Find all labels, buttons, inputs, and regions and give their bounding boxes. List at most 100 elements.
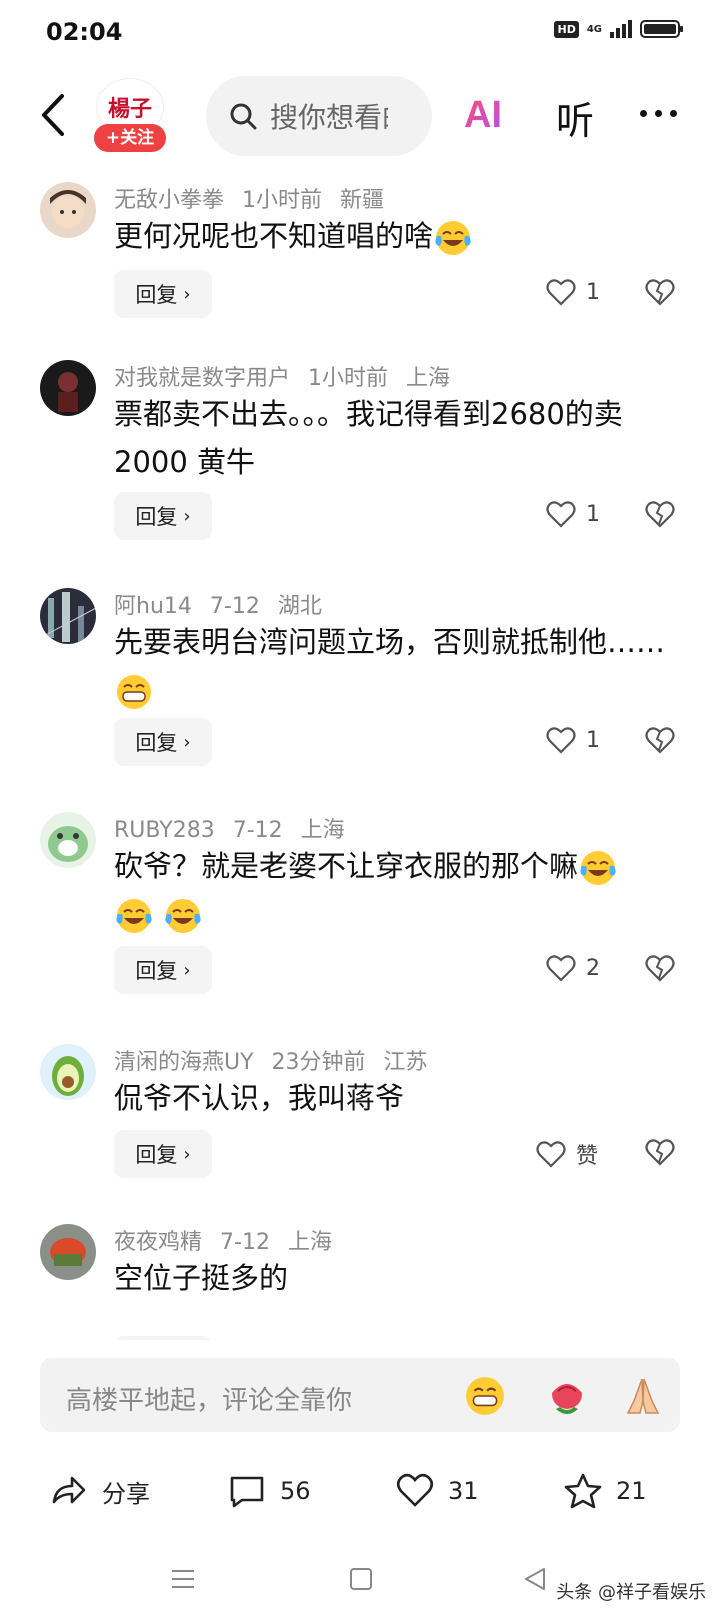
comment-meta: 夜夜鸡精 7-12 上海 bbox=[114, 1224, 350, 1256]
home-icon[interactable] bbox=[346, 1564, 376, 1594]
more-icon[interactable] bbox=[640, 98, 690, 128]
listen-button[interactable]: 听 bbox=[556, 90, 594, 145]
comment-location: 湖北 bbox=[277, 594, 322, 619]
broken-heart-icon[interactable] bbox=[644, 276, 676, 308]
comment-text: 票都卖不出去。。。我记得看到2680的卖2000 黄牛 bbox=[114, 397, 623, 479]
reply-button[interactable]: 回复› bbox=[114, 270, 212, 318]
chevron-right-icon: › bbox=[183, 505, 191, 527]
chevron-right-icon: › bbox=[183, 731, 191, 753]
comment-location: 上海 bbox=[287, 1230, 332, 1255]
laugh-cry-emoji-icon bbox=[435, 221, 471, 255]
reply-label: 回复 bbox=[135, 959, 178, 983]
like-button[interactable]: 1 bbox=[546, 278, 600, 306]
grin-emoji-icon bbox=[117, 675, 151, 709]
search-bar[interactable]: 搜你想看的 bbox=[206, 76, 432, 156]
comment-item: 阿hu14 7-12 湖北 先要表明台湾问题立场，否则就抵制他…… 回复 › 1 bbox=[0, 576, 720, 800]
share-icon bbox=[52, 1476, 86, 1504]
comment-time: 23分钟前 bbox=[271, 1050, 366, 1075]
comment-text: 更何况呢也不知道唱的啥 bbox=[114, 219, 434, 253]
reply-button[interactable]: 回复› bbox=[114, 718, 212, 766]
comment-count: 56 bbox=[280, 1477, 311, 1505]
top-header: 楊子 +关注 搜你想看的 AI 听 bbox=[0, 70, 720, 160]
rose-emoji-icon[interactable] bbox=[544, 1373, 590, 1419]
reply-button[interactable]: 回复› bbox=[114, 946, 212, 994]
chevron-right-icon: › bbox=[183, 1143, 191, 1165]
search-icon bbox=[230, 103, 257, 130]
share-button[interactable]: 分享 bbox=[50, 1472, 150, 1510]
menu-icon[interactable] bbox=[168, 1564, 198, 1594]
user-avatar[interactable] bbox=[40, 1044, 96, 1100]
like-button[interactable]: 1 bbox=[546, 726, 600, 754]
comment-time: 7-12 bbox=[232, 818, 283, 843]
reply-label: 回复 bbox=[135, 731, 178, 755]
comment-username[interactable]: 夜夜鸡精 bbox=[114, 1230, 202, 1255]
like-count: 2 bbox=[586, 955, 600, 981]
comment-text-block: 砍爷？就是老婆不让穿衣服的那个嘛 bbox=[114, 842, 674, 938]
follow-button[interactable]: +关注 bbox=[94, 124, 166, 152]
comment-username[interactable]: 无敌小拳拳 bbox=[114, 188, 224, 213]
comment-time: 1小时前 bbox=[308, 366, 389, 391]
user-avatar[interactable] bbox=[40, 360, 96, 416]
battery-icon bbox=[640, 20, 683, 38]
back-triangle-icon[interactable] bbox=[520, 1564, 550, 1594]
comment-location: 上海 bbox=[406, 366, 451, 391]
ai-button[interactable]: AI bbox=[464, 94, 502, 137]
star-icon bbox=[564, 1473, 602, 1509]
comment-username[interactable]: 阿hu14 bbox=[114, 594, 192, 619]
comment-count-button[interactable]: 56 bbox=[228, 1472, 311, 1510]
heart-icon bbox=[536, 1141, 566, 1168]
back-arrow-icon[interactable] bbox=[34, 90, 74, 140]
comment-username[interactable]: RUBY283 bbox=[114, 818, 215, 843]
like-count: 1 bbox=[586, 501, 600, 527]
broken-heart-icon[interactable] bbox=[644, 1136, 676, 1168]
reply-label: 回复 bbox=[135, 283, 178, 307]
comment-item: 无敌小拳拳 1小时前 新疆 更何况呢也不知道唱的啥 回复 › 1 bbox=[0, 170, 720, 348]
comment-username[interactable]: 对我就是数字用户 bbox=[114, 366, 290, 391]
comment-location: 上海 bbox=[300, 818, 345, 843]
like-article-button[interactable]: 31 bbox=[396, 1472, 479, 1510]
action-bar: 分享 56 31 21 bbox=[0, 1458, 720, 1528]
like-count: 赞 bbox=[576, 1144, 599, 1169]
share-label: 分享 bbox=[102, 1479, 150, 1508]
heart-icon bbox=[396, 1473, 434, 1507]
favorite-count: 21 bbox=[616, 1477, 647, 1505]
heart-icon bbox=[546, 279, 576, 306]
grin-emoji-icon[interactable] bbox=[464, 1375, 506, 1417]
like-button[interactable]: 1 bbox=[546, 500, 600, 528]
comment-input-placeholder: 高楼平地起，评论全靠你 bbox=[66, 1386, 353, 1416]
chevron-right-icon: › bbox=[183, 283, 191, 305]
laugh-cry-emoji-icon bbox=[580, 851, 616, 885]
user-avatar[interactable] bbox=[40, 1224, 96, 1280]
broken-heart-icon[interactable] bbox=[644, 498, 676, 530]
comment-text: 砍爷？就是老婆不让穿衣服的那个嘛 bbox=[114, 849, 579, 883]
favorite-button[interactable]: 21 bbox=[564, 1472, 647, 1510]
comment-text: 空位子挺多的 bbox=[114, 1261, 289, 1295]
comment-input[interactable]: 高楼平地起，评论全靠你 bbox=[40, 1358, 680, 1432]
heart-icon bbox=[546, 955, 576, 982]
like-button[interactable]: 2 bbox=[546, 954, 600, 982]
search-placeholder: 搜你想看的 bbox=[270, 101, 388, 134]
user-avatar[interactable] bbox=[40, 182, 96, 238]
user-avatar[interactable] bbox=[40, 588, 96, 644]
pray-hands-emoji-icon[interactable] bbox=[620, 1373, 666, 1419]
like-button[interactable]: 赞 bbox=[536, 1138, 598, 1170]
comment-text: 侃爷不认识，我叫蒋爷 bbox=[114, 1081, 405, 1115]
comment-meta: 阿hu14 7-12 湖北 bbox=[114, 588, 340, 620]
broken-heart-icon[interactable] bbox=[644, 724, 676, 756]
reply-button[interactable]: 回复› bbox=[114, 1336, 212, 1340]
reply-button[interactable]: 回复› bbox=[114, 1130, 212, 1178]
like-count-total: 31 bbox=[448, 1477, 479, 1505]
account-logo[interactable]: 楊子 +关注 bbox=[92, 78, 166, 152]
status-icons: HD 4G bbox=[554, 20, 683, 38]
reply-button[interactable]: 回复› bbox=[114, 492, 212, 540]
comment-time: 7-12 bbox=[209, 594, 260, 619]
comment-item: 清闲的海燕UY 23分钟前 江苏 侃爷不认识，我叫蒋爷 回复 › 赞 bbox=[0, 1032, 720, 1212]
comment-text: 先要表明台湾问题立场，否则就抵制他…… bbox=[114, 625, 666, 659]
comment-text-block: 更何况呢也不知道唱的啥 bbox=[114, 212, 674, 260]
broken-heart-icon[interactable] bbox=[644, 952, 676, 984]
comment-username[interactable]: 清闲的海燕UY bbox=[114, 1050, 254, 1075]
like-count: 1 bbox=[586, 279, 600, 305]
comment-meta: RUBY283 7-12 上海 bbox=[114, 812, 363, 844]
user-avatar[interactable] bbox=[40, 812, 96, 868]
comment-item: 对我就是数字用户 1小时前 上海 票都卖不出去。。。我记得看到2680的卖2000 … bbox=[0, 348, 720, 576]
